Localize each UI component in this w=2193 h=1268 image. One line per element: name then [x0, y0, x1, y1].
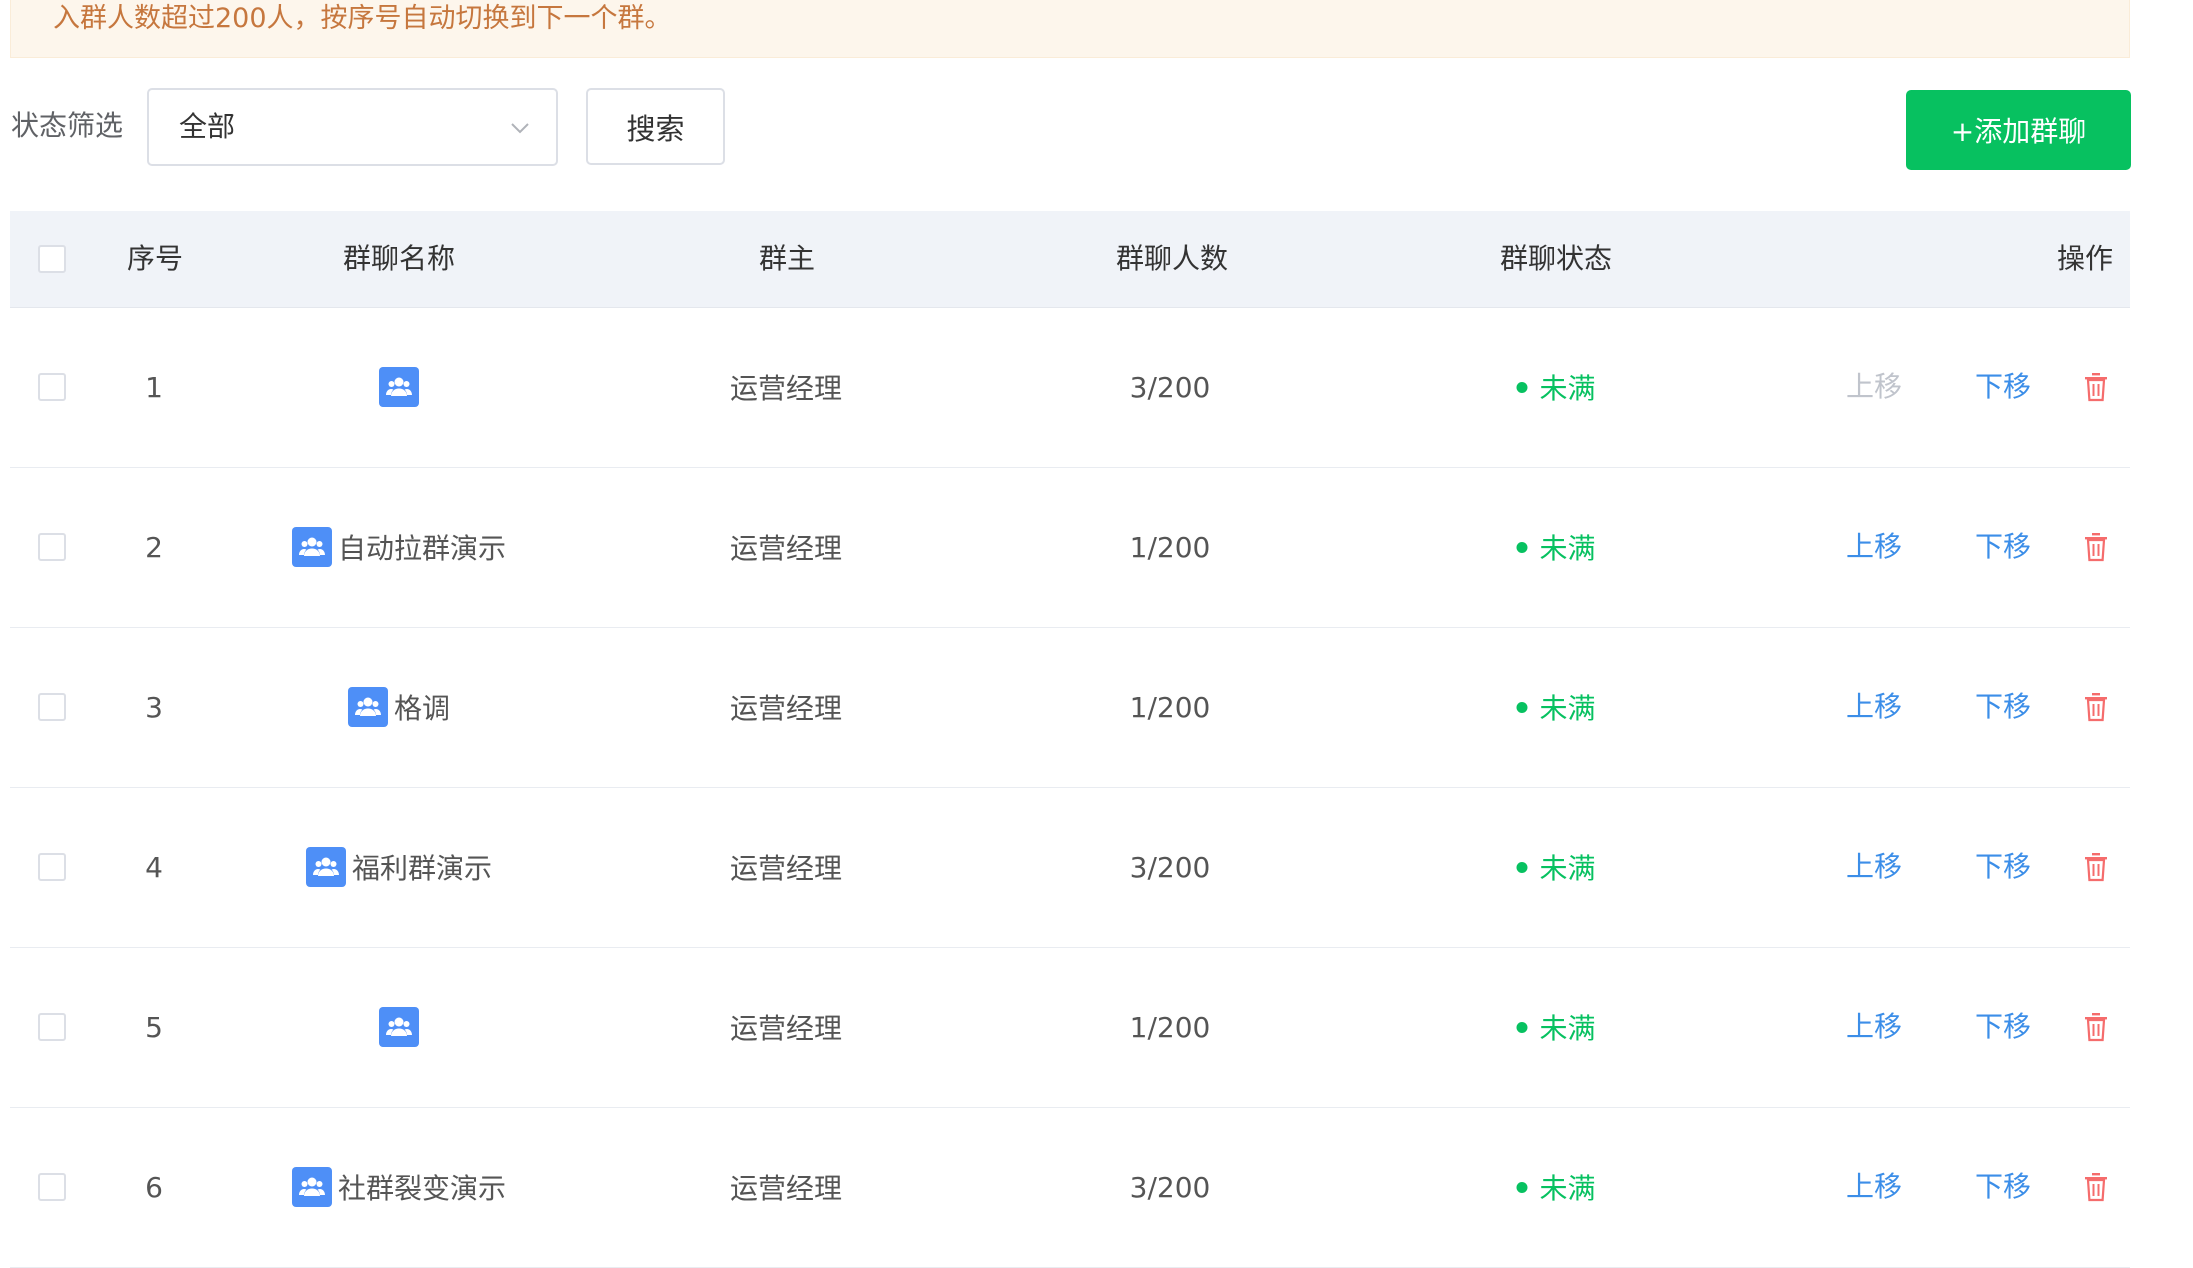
member-count: 1/200 [1129, 1010, 1211, 1044]
row-checkbox[interactable] [38, 373, 66, 401]
header-member-count: 群聊人数 [1115, 242, 1229, 275]
group-name-cell: 福利群演示 [305, 787, 493, 947]
delete-icon[interactable] [2083, 1172, 2109, 1202]
status-badge: 未满 [1539, 532, 1596, 565]
move-up-button[interactable]: 上移 [1846, 947, 1902, 1107]
row-checkbox[interactable] [38, 1173, 66, 1201]
delete-icon[interactable] [2083, 532, 2109, 562]
move-down-button[interactable]: 下移 [1975, 787, 2031, 947]
status-cell: 未满 [1516, 307, 1596, 467]
row-index: 5 [145, 1010, 163, 1044]
status-cell: 未满 [1516, 627, 1596, 787]
member-count: 3/200 [1129, 370, 1211, 404]
move-up-button[interactable]: 上移 [1846, 787, 1902, 947]
group-name-cell: 自动拉群演示 [291, 467, 507, 627]
delete-icon[interactable] [2083, 372, 2109, 402]
row-index: 4 [145, 850, 163, 884]
table-row: 2 自动拉群演示 运营经理 1/200 未满 上移 下移 [10, 467, 2130, 628]
move-down-button[interactable]: 下移 [1975, 467, 2031, 627]
member-count: 1/200 [1129, 690, 1211, 724]
status-filter-select[interactable]: 全部 [147, 88, 558, 166]
move-down-button[interactable]: 下移 [1975, 1107, 2031, 1267]
group-owner: 运营经理 [729, 852, 843, 885]
notice-text: 入群人数超过200人，按序号自动切换到下一个群。 [53, 3, 672, 34]
status-filter-value: 全部 [179, 110, 236, 143]
header-owner: 群主 [758, 242, 816, 275]
status-badge: 未满 [1539, 1172, 1596, 1205]
row-checkbox[interactable] [38, 1013, 66, 1041]
status-badge: 未满 [1539, 372, 1596, 405]
status-dot [1516, 1021, 1528, 1033]
member-count: 3/200 [1129, 1170, 1211, 1204]
move-up-button[interactable]: 上移 [1846, 627, 1902, 787]
status-dot [1516, 701, 1528, 713]
status-cell: 未满 [1516, 467, 1596, 627]
move-up-button[interactable]: 上移 [1846, 467, 1902, 627]
row-checkbox[interactable] [38, 853, 66, 881]
group-chat-icon [379, 367, 419, 407]
table-row: 3 格调 运营经理 1/200 未满 上移 下移 [10, 627, 2130, 788]
group-owner: 运营经理 [729, 532, 843, 565]
group-name: 福利群演示 [351, 852, 493, 885]
group-name-cell [379, 307, 419, 467]
row-checkbox[interactable] [38, 533, 66, 561]
row-index: 3 [145, 690, 163, 724]
move-up-button[interactable]: 上移 [1846, 307, 1902, 467]
move-up-button[interactable]: 上移 [1846, 1107, 1902, 1267]
search-button[interactable]: 搜索 [586, 88, 725, 165]
status-dot [1516, 541, 1528, 553]
table-row: 5 运营经理 1/200 未满 上移 下移 [10, 947, 2130, 1108]
group-name-cell [379, 947, 419, 1107]
group-owner: 运营经理 [729, 372, 843, 405]
group-owner: 运营经理 [729, 1172, 843, 1205]
status-dot [1516, 381, 1528, 393]
table-header: 序号 群聊名称 群主 群聊人数 群聊状态 操作 [10, 211, 2130, 308]
row-index: 1 [145, 370, 163, 404]
group-chat-icon [347, 687, 388, 727]
group-chat-icon [305, 847, 346, 887]
move-down-button[interactable]: 下移 [1975, 627, 2031, 787]
group-chat-icon [291, 1167, 332, 1207]
group-owner: 运营经理 [729, 1012, 843, 1045]
header-group-name: 群聊名称 [342, 242, 456, 275]
move-down-button[interactable]: 下移 [1975, 307, 2031, 467]
status-filter-label: 状态筛选 [11, 109, 124, 142]
status-cell: 未满 [1516, 787, 1596, 947]
select-all-checkbox[interactable] [38, 245, 66, 273]
delete-icon[interactable] [2083, 852, 2109, 882]
delete-icon[interactable] [2083, 692, 2109, 722]
chevron-down-icon [511, 123, 529, 134]
group-name-cell: 格调 [347, 627, 451, 787]
header-index: 序号 [126, 242, 184, 275]
status-dot [1516, 861, 1528, 873]
table-row: 6 社群裂变演示 运营经理 3/200 未满 上移 下移 [10, 1107, 2130, 1268]
status-badge: 未满 [1539, 692, 1596, 725]
table-row: 4 福利群演示 运营经理 3/200 未满 上移 下移 [10, 787, 2130, 948]
group-name: 自动拉群演示 [337, 532, 507, 565]
member-count: 1/200 [1129, 530, 1211, 564]
header-status: 群聊状态 [1499, 242, 1613, 275]
group-name-cell: 社群裂变演示 [291, 1107, 507, 1267]
move-down-button[interactable]: 下移 [1975, 947, 2031, 1107]
header-actions: 操作 [2056, 242, 2114, 275]
group-chat-icon [291, 527, 332, 567]
status-cell: 未满 [1516, 1107, 1596, 1267]
delete-icon[interactable] [2083, 1012, 2109, 1042]
row-index: 2 [145, 530, 163, 564]
member-count: 3/200 [1129, 850, 1211, 884]
row-checkbox[interactable] [38, 693, 66, 721]
status-badge: 未满 [1539, 852, 1596, 885]
group-owner: 运营经理 [729, 692, 843, 725]
notice-banner: 入群人数超过200人，按序号自动切换到下一个群。 [10, 0, 2130, 58]
status-dot [1516, 1181, 1528, 1193]
group-name: 社群裂变演示 [337, 1172, 507, 1205]
add-group-chat-button[interactable]: +添加群聊 [1906, 90, 2131, 170]
group-chat-icon [379, 1007, 419, 1047]
table-row: 1 运营经理 3/200 未满 上移 下移 [10, 307, 2130, 468]
row-index: 6 [145, 1170, 163, 1204]
status-cell: 未满 [1516, 947, 1596, 1107]
group-name: 格调 [393, 692, 451, 725]
status-badge: 未满 [1539, 1012, 1596, 1045]
